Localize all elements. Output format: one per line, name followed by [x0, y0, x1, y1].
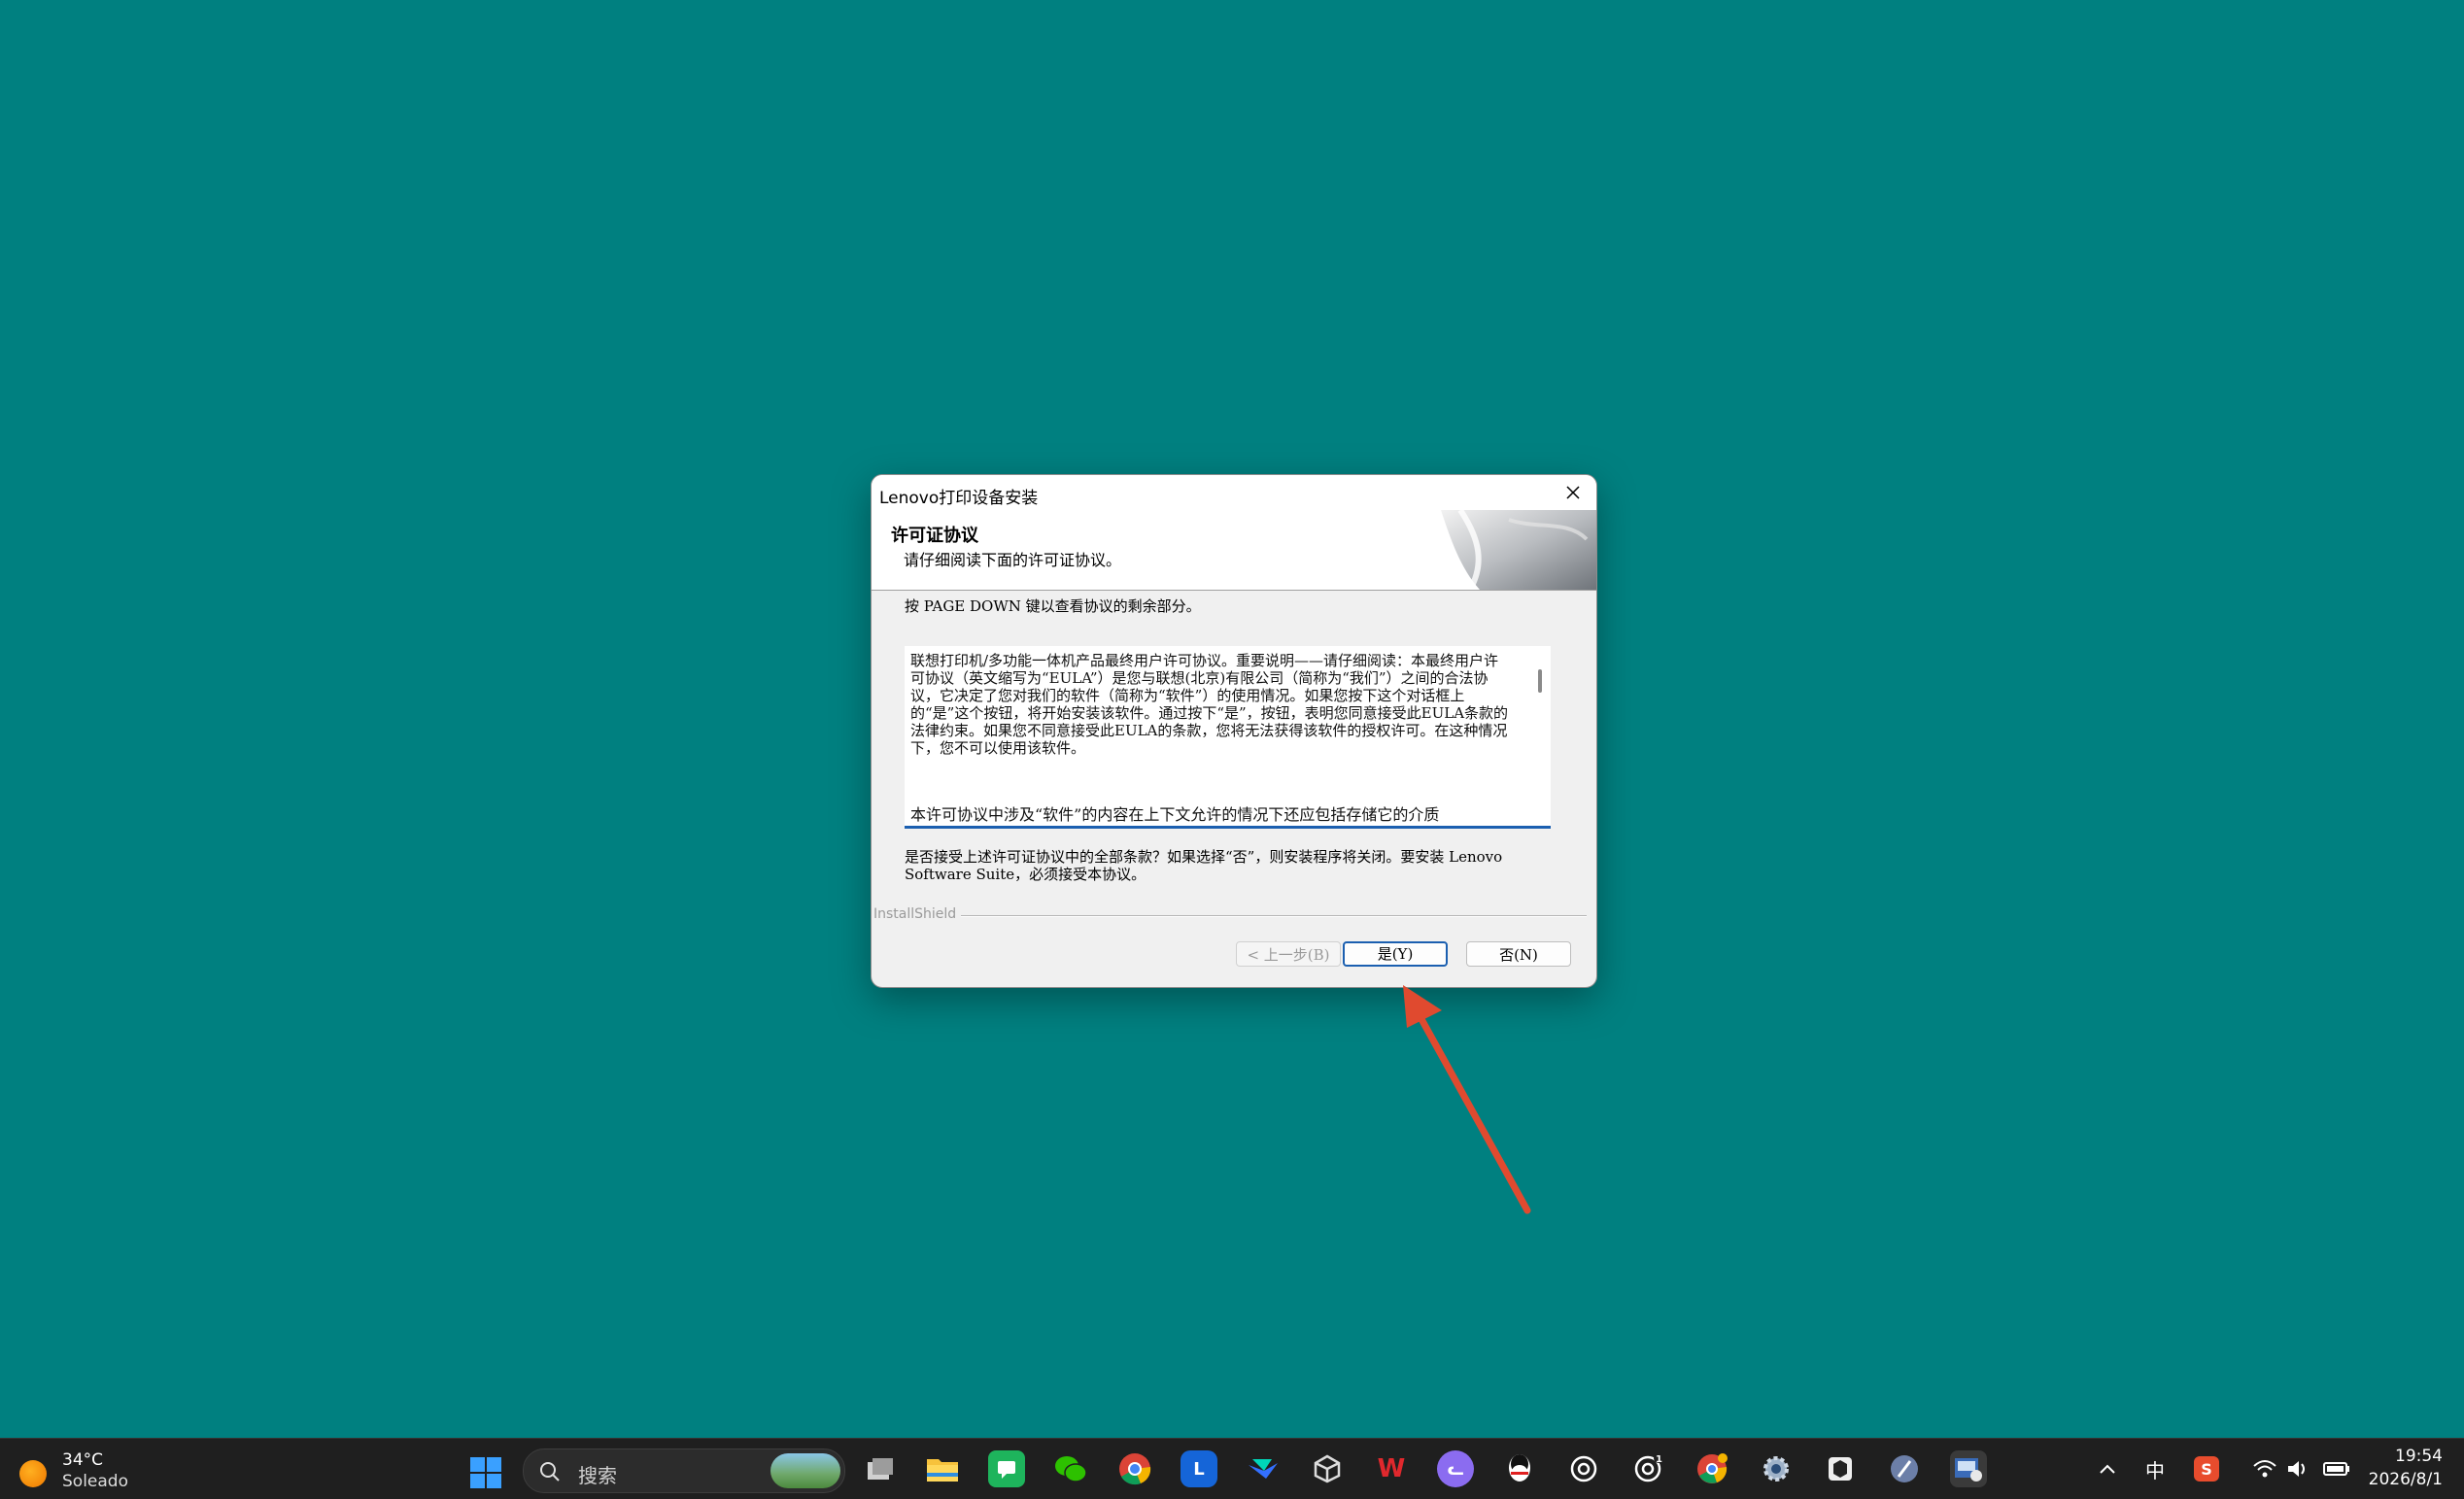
chat-app-icon[interactable]	[988, 1450, 1025, 1487]
close-button[interactable]	[1550, 475, 1596, 510]
license-textarea[interactable]: 联想打印机/多功能一体机产品最终用户许可协议。重要说明——请仔细阅读：本最终用户…	[905, 646, 1551, 829]
search-placeholder: 搜索	[578, 1464, 617, 1487]
header-graphic	[1441, 510, 1596, 590]
windows-start-icon[interactable]	[469, 1456, 502, 1489]
svg-text:1: 1	[1656, 1454, 1662, 1465]
license-paragraph-1: 联想打印机/多功能一体机产品最终用户许可协议。重要说明——请仔细阅读：本最终用户…	[910, 652, 1509, 757]
chevron-up-icon[interactable]	[2099, 1462, 2116, 1476]
accept-question: 是否接受上述许可证协议中的全部条款？如果选择“否”，则安装程序将关闭。要安装 L…	[905, 848, 1503, 883]
wps-icon[interactable]: W	[1373, 1450, 1410, 1487]
sun-icon	[19, 1460, 47, 1487]
unity-icon[interactable]	[1309, 1450, 1346, 1487]
chrome-canary-icon[interactable]	[1694, 1450, 1730, 1487]
qq-icon[interactable]	[1501, 1450, 1538, 1487]
installshield-label: InstallShield	[873, 906, 957, 922]
feishu-icon[interactable]	[1245, 1450, 1282, 1487]
weather-temp: 34°C	[62, 1450, 104, 1470]
weather-widget[interactable]: 34°C Soleado	[16, 1448, 152, 1491]
footer-divider	[961, 915, 1587, 917]
box-app-icon[interactable]	[1822, 1450, 1859, 1487]
chatgpt-icon[interactable]	[1565, 1450, 1602, 1487]
license-paragraph-2: 本许可协议中涉及“软件”的内容在上下文允许的情况下还应包括存储它的介质	[910, 805, 1440, 824]
page-down-instruction: 按 PAGE DOWN 键以查看协议的剩余部分。	[905, 597, 1201, 615]
clock-time[interactable]: 19:54	[2395, 1447, 2443, 1466]
back-button[interactable]: < 上一步(B)	[1236, 941, 1341, 967]
search-highlight-image	[770, 1453, 840, 1488]
clock-date[interactable]: 2026/8/1	[2369, 1470, 2443, 1489]
task-view-icon[interactable]	[862, 1450, 899, 1487]
taskbar-search[interactable]: 搜索	[523, 1448, 845, 1493]
search-icon	[540, 1462, 560, 1482]
dialog-header: 许可证协议 请仔细阅读下面的许可证协议。	[872, 510, 1596, 591]
taskbar: 34°C Soleado 搜索 L W ᓚ 1 中 S 19:54 2026/8…	[0, 1438, 2464, 1499]
close-icon	[1566, 486, 1580, 499]
header-subtitle: 请仔细阅读下面的许可证协议。	[904, 551, 1122, 569]
annotation-arrow-icon	[1403, 985, 1531, 1214]
header-title: 许可证协议	[891, 526, 978, 546]
license-scrollbar[interactable]	[1531, 648, 1549, 813]
lenovo-installer-taskbar-icon[interactable]	[1950, 1450, 1987, 1487]
installer-dialog: Lenovo打印设备安装 许可证协议 请仔细阅读下面的许可证协议。 按 PAGE…	[871, 474, 1597, 988]
no-button[interactable]: 否(N)	[1466, 941, 1571, 967]
volume-icon[interactable]	[2285, 1458, 2310, 1480]
dialog-titlebar[interactable]: Lenovo打印设备安装	[872, 475, 1596, 510]
dialog-title: Lenovo打印设备安装	[879, 489, 1039, 508]
sogou-input-icon[interactable]: S	[2194, 1456, 2219, 1482]
battery-icon[interactable]	[2322, 1458, 2351, 1480]
settings-gear-icon[interactable]	[1758, 1450, 1795, 1487]
wifi-icon[interactable]	[2252, 1458, 2277, 1480]
lenovo-app-icon[interactable]: L	[1181, 1450, 1217, 1487]
scrollbar-thumb[interactable]	[1538, 669, 1542, 693]
media-app-icon[interactable]	[1886, 1450, 1923, 1487]
chrome-icon[interactable]	[1116, 1450, 1153, 1487]
ime-indicator[interactable]: 中	[2145, 1455, 2165, 1483]
file-explorer-icon[interactable]	[924, 1450, 961, 1487]
weather-condition: Soleado	[62, 1472, 128, 1491]
yes-button[interactable]: 是(Y)	[1343, 941, 1448, 967]
chatgpt-icon-2[interactable]: 1	[1629, 1450, 1666, 1487]
cat-app-icon[interactable]: ᓚ	[1437, 1450, 1474, 1487]
wechat-icon[interactable]	[1052, 1450, 1089, 1487]
